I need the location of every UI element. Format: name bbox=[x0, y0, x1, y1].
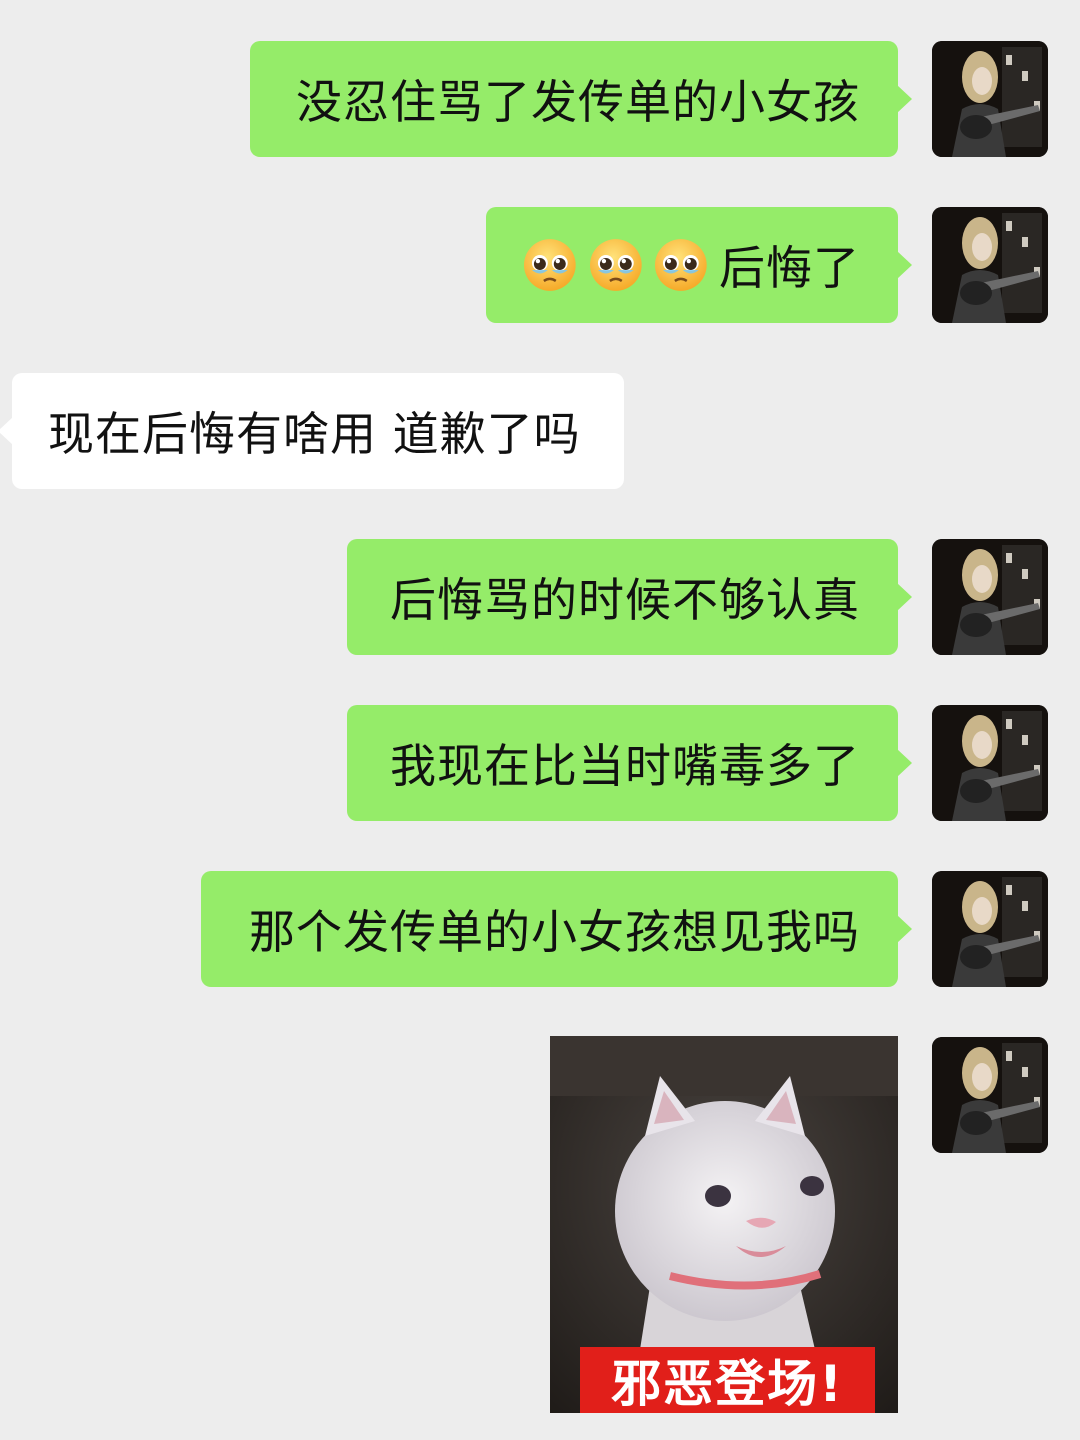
sticker-message[interactable]: 邪恶登场! bbox=[550, 1036, 898, 1413]
message-text: 那个发传单的小女孩想见我吗 bbox=[249, 905, 860, 959]
pleading-face-icon bbox=[655, 239, 708, 291]
avatar-image bbox=[932, 1037, 1048, 1153]
pleading-face-icon bbox=[523, 239, 576, 291]
avatar-image bbox=[932, 539, 1048, 655]
message-text: 没忍住骂了发传单的小女孩 bbox=[296, 75, 860, 129]
message-bubble-incoming[interactable]: 现在后悔有啥用 道歉了吗 bbox=[0, 373, 624, 489]
message-bubble-outgoing[interactable]: 那个发传单的小女孩想见我吗 bbox=[201, 871, 912, 987]
message-bubble-outgoing[interactable]: 后悔了 bbox=[486, 207, 912, 323]
user-avatar[interactable] bbox=[932, 1037, 1048, 1153]
avatar-image bbox=[932, 871, 1048, 987]
avatar-image bbox=[932, 41, 1048, 157]
message-text: 我现在比当时嘴毒多了 bbox=[390, 739, 860, 793]
message-row-outgoing: 那个发传单的小女孩想见我吗 bbox=[0, 871, 1080, 987]
message-bubble-outgoing[interactable]: 没忍住骂了发传单的小女孩 bbox=[250, 41, 912, 157]
message-row-outgoing: 后悔了 bbox=[0, 207, 1080, 323]
user-avatar[interactable] bbox=[932, 41, 1048, 157]
message-text: 后悔了 bbox=[719, 241, 860, 295]
avatar-image bbox=[932, 207, 1048, 323]
message-bubble-outgoing[interactable]: 后悔骂的时候不够认真 bbox=[347, 539, 912, 655]
user-avatar[interactable] bbox=[932, 705, 1048, 821]
pleading-face-icon bbox=[589, 239, 642, 291]
message-row-incoming: 现在后悔有啥用 道歉了吗 bbox=[0, 373, 1080, 489]
message-row-outgoing: 后悔骂的时候不够认真 bbox=[0, 539, 1080, 655]
message-bubble-outgoing[interactable]: 我现在比当时嘴毒多了 bbox=[347, 705, 912, 821]
avatar-image bbox=[932, 705, 1048, 821]
message-text: 现在后悔有啥用 道歉了吗 bbox=[48, 407, 581, 461]
user-avatar[interactable] bbox=[932, 207, 1048, 323]
user-avatar[interactable] bbox=[932, 539, 1048, 655]
message-row-outgoing: 我现在比当时嘴毒多了 bbox=[0, 705, 1080, 821]
message-row-outgoing: 没忍住骂了发传单的小女孩 bbox=[0, 41, 1080, 157]
sticker-caption: 邪恶登场! bbox=[580, 1347, 875, 1413]
chat-view: 没忍住骂了发传单的小女孩 后悔了 现在后悔有啥用 道歉了吗 后悔骂的时候不够认真… bbox=[0, 0, 1080, 1440]
message-text: 后悔骂的时候不够认真 bbox=[390, 573, 860, 627]
user-avatar[interactable] bbox=[932, 871, 1048, 987]
